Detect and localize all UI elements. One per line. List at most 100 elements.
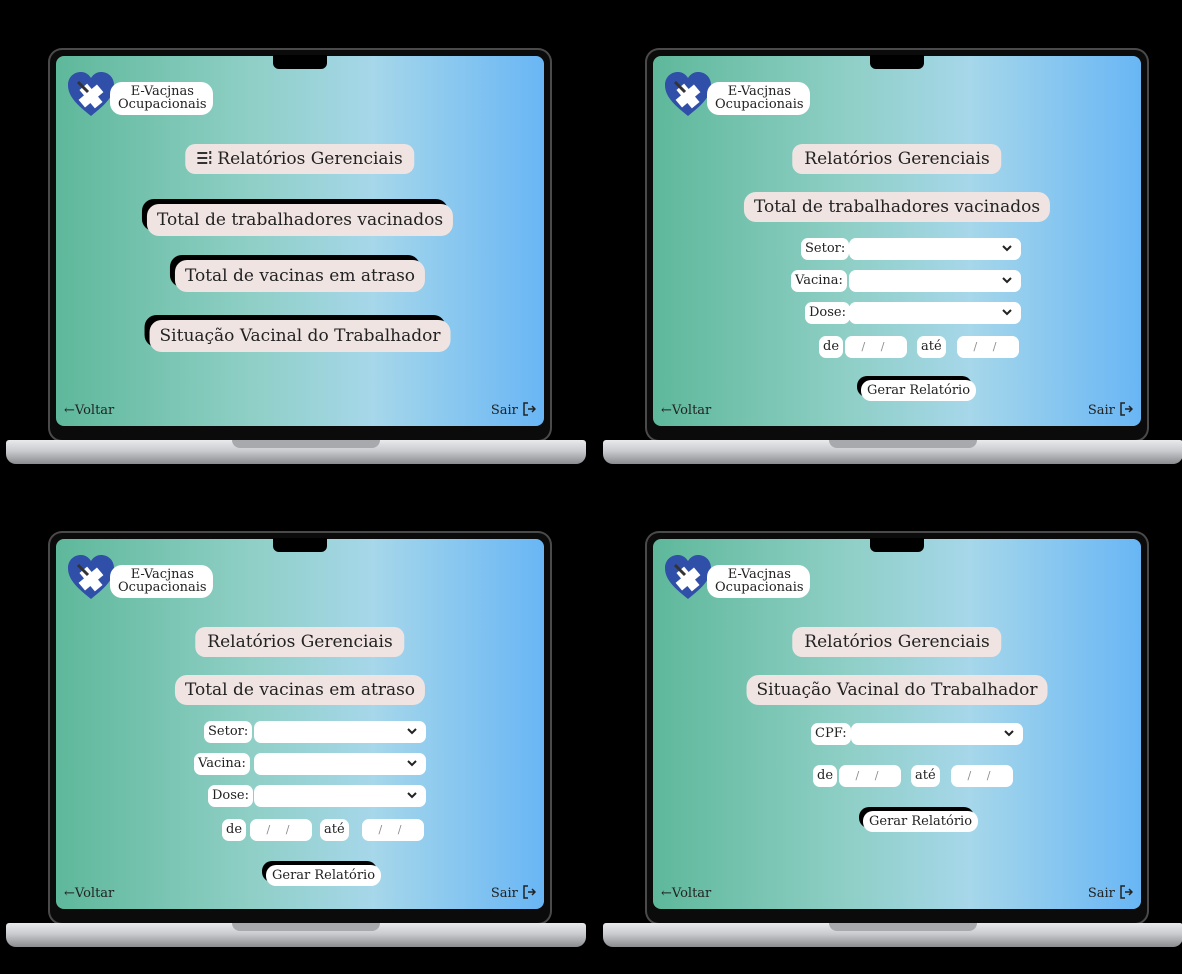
heart-syringe-icon xyxy=(665,555,711,599)
exit-icon xyxy=(523,885,536,899)
heart-syringe-icon xyxy=(68,555,114,599)
dose-select[interactable] xyxy=(254,785,426,807)
page-title: Relatórios Gerenciais xyxy=(185,144,415,174)
laptop-mockup-vaccinated: E-Vacjnas Ocupacionais Relatórios Gerenc… xyxy=(597,0,1182,487)
logo-line2: Ocupacionais xyxy=(715,580,804,595)
setor-row: Setor: xyxy=(56,721,544,745)
exit-link[interactable]: Sair xyxy=(1088,885,1133,901)
cpf-select[interactable] xyxy=(851,723,1023,745)
exit-label: Sair xyxy=(490,886,518,901)
date-from-label: de xyxy=(222,819,247,841)
date-to-input[interactable]: / / xyxy=(957,336,1019,358)
menu-item-vaccinated-workers[interactable]: Total de trabalhadores vacinados xyxy=(146,204,454,236)
screen-reports-menu: E-Vacjnas Ocupacionais Relatórios Gerenc… xyxy=(56,56,544,426)
dose-label: Dose: xyxy=(208,785,253,807)
laptop-lid: E-Vacjnas Ocupacionais Relatórios Gerenc… xyxy=(48,48,552,442)
vacina-label: Vacina: xyxy=(194,753,250,775)
date-to-input[interactable]: / / xyxy=(362,819,424,841)
exit-icon xyxy=(1120,402,1133,416)
laptop-base xyxy=(6,440,586,464)
exit-label: Sair xyxy=(490,403,518,418)
page-title: Relatórios Gerenciais xyxy=(792,144,1002,174)
exit-link[interactable]: Sair xyxy=(1088,402,1133,418)
report-subtitle: Total de vacinas em atraso xyxy=(174,675,426,705)
dose-label: Dose: xyxy=(805,302,850,324)
chevron-down-icon xyxy=(407,792,417,799)
date-from-input[interactable]: / / xyxy=(845,336,907,358)
heart-syringe-icon xyxy=(68,72,114,116)
heart-syringe-icon xyxy=(665,72,711,116)
app-logo: E-Vacjnas Ocupacionais xyxy=(66,70,226,124)
generate-report-button[interactable]: Gerar Relatório xyxy=(861,380,977,401)
generate-report-button[interactable]: Gerar Relatório xyxy=(266,865,382,886)
logo-label: E-Vacjnas Ocupacionais xyxy=(110,565,213,598)
page-title: Relatórios Gerenciais xyxy=(195,627,405,657)
chevron-down-icon xyxy=(1004,730,1014,737)
camera-notch xyxy=(273,538,327,552)
back-link[interactable]: ←Voltar xyxy=(661,886,711,901)
screen-late-vaccines-report: E-Vacjnas Ocupacionais Relatórios Gerenc… xyxy=(56,539,544,909)
laptop-mockup-late: E-Vacjnas Ocupacionais Relatórios Gerenc… xyxy=(0,483,591,970)
camera-notch xyxy=(273,55,327,69)
app-logo: E-Vacjnas Ocupacionais xyxy=(663,70,823,124)
vacina-select[interactable] xyxy=(254,753,426,775)
date-from-label: de xyxy=(813,765,838,787)
exit-icon xyxy=(1120,885,1133,899)
generate-report-button[interactable]: Gerar Relatório xyxy=(863,811,979,832)
setor-label: Setor: xyxy=(204,721,253,743)
camera-notch xyxy=(870,538,924,552)
date-to-input[interactable]: / / xyxy=(951,765,1013,787)
laptop-base xyxy=(603,923,1182,947)
date-from-input[interactable]: / / xyxy=(250,819,312,841)
menu-item-late-vaccines[interactable]: Total de vacinas em atraso xyxy=(174,260,426,292)
date-from-input[interactable]: / / xyxy=(839,765,901,787)
vacina-select[interactable] xyxy=(849,270,1021,292)
exit-link[interactable]: Sair xyxy=(491,885,536,901)
setor-select[interactable] xyxy=(849,238,1021,260)
setor-row: Setor: xyxy=(653,238,1141,262)
dose-select[interactable] xyxy=(849,302,1021,324)
exit-link[interactable]: Sair xyxy=(491,402,536,418)
vacina-label: Vacina: xyxy=(791,270,847,292)
logo-label: E-Vacjnas Ocupacionais xyxy=(110,82,213,115)
cpf-label: CPF: xyxy=(811,723,851,745)
date-to-label: até xyxy=(917,336,946,358)
logo-line2: Ocupacionais xyxy=(118,97,207,112)
chevron-down-icon xyxy=(407,728,417,735)
date-to-label: até xyxy=(911,765,940,787)
setor-select[interactable] xyxy=(254,721,426,743)
setor-label: Setor: xyxy=(801,238,850,260)
exit-label: Sair xyxy=(1087,403,1115,418)
page-title-text: Relatórios Gerenciais xyxy=(217,149,403,169)
camera-notch xyxy=(870,55,924,69)
back-link[interactable]: ←Voltar xyxy=(661,403,711,418)
laptop-base xyxy=(603,440,1182,464)
report-subtitle: Situação Vacinal do Trabalhador xyxy=(746,675,1048,705)
back-link[interactable]: ←Voltar xyxy=(64,403,114,418)
chevron-down-icon xyxy=(1002,309,1012,316)
screen-worker-status-report: E-Vacjnas Ocupacionais Relatórios Gerenc… xyxy=(653,539,1141,909)
app-logo: E-Vacjnas Ocupacionais xyxy=(66,553,226,607)
dose-row: Dose: xyxy=(56,785,544,809)
chevron-down-icon xyxy=(1002,245,1012,252)
logo-label: E-Vacjnas Ocupacionais xyxy=(707,565,810,598)
date-to-label: até xyxy=(320,819,349,841)
date-range-row: de / / até / / xyxy=(653,336,1141,360)
menu-item-worker-status[interactable]: Situação Vacinal do Trabalhador xyxy=(149,320,451,352)
laptop-lid: E-Vacjnas Ocupacionais Relatórios Gerenc… xyxy=(48,531,552,925)
exit-label: Sair xyxy=(1087,886,1115,901)
logo-line2: Ocupacionais xyxy=(118,580,207,595)
vacina-row: Vacina: xyxy=(56,753,544,777)
laptop-mockup-menu: E-Vacjnas Ocupacionais Relatórios Gerenc… xyxy=(0,0,591,487)
screen-vaccinated-report: E-Vacjnas Ocupacionais Relatórios Gerenc… xyxy=(653,56,1141,426)
exit-icon xyxy=(523,402,536,416)
vacina-row: Vacina: xyxy=(653,270,1141,294)
page-title: Relatórios Gerenciais xyxy=(792,627,1002,657)
cpf-row: CPF: xyxy=(653,723,1141,747)
back-link[interactable]: ←Voltar xyxy=(64,886,114,901)
logo-line2: Ocupacionais xyxy=(715,97,804,112)
list-menu-icon xyxy=(197,151,212,165)
date-range-row: de / / até / / xyxy=(56,819,544,843)
laptop-lid: E-Vacjnas Ocupacionais Relatórios Gerenc… xyxy=(645,531,1149,925)
chevron-down-icon xyxy=(407,760,417,767)
